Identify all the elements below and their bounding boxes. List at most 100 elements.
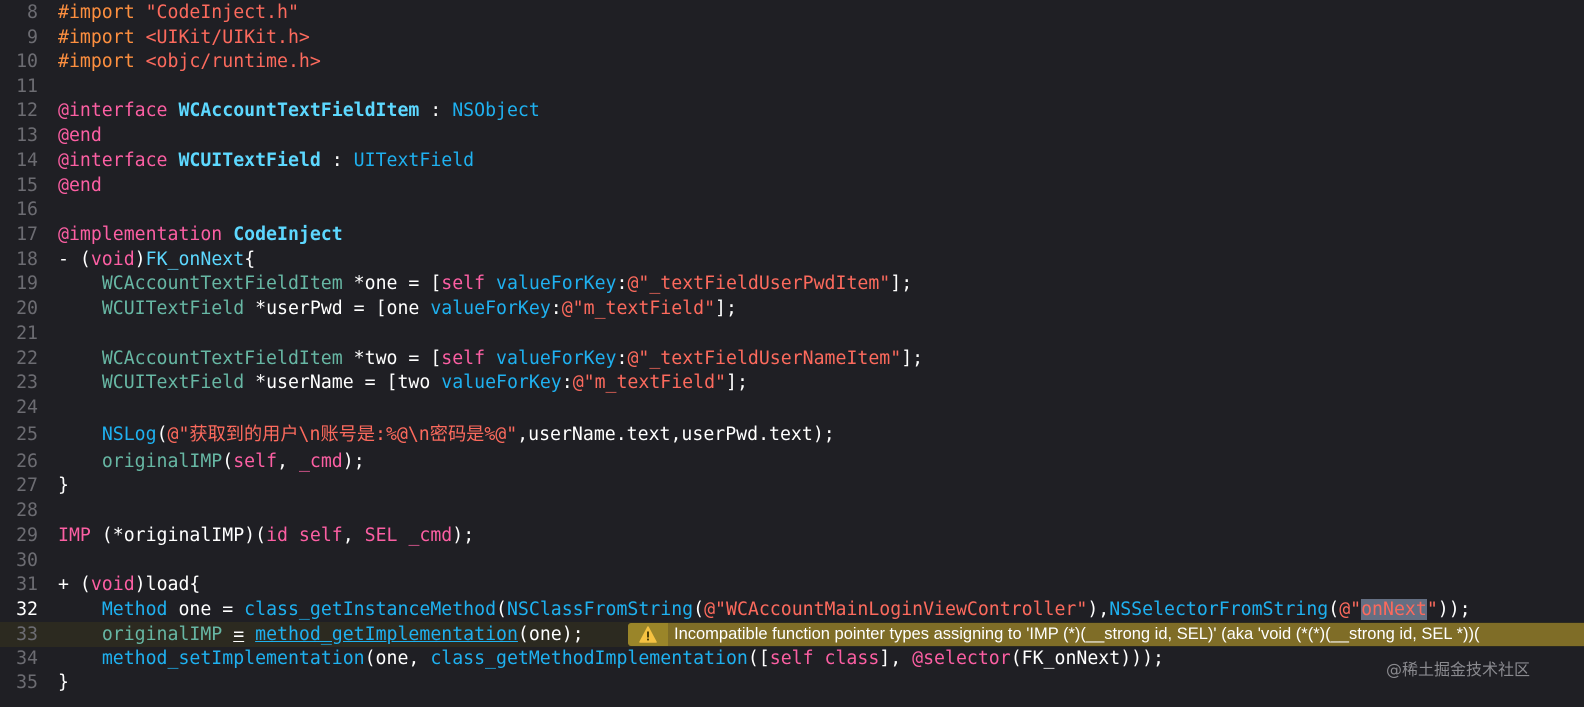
- code-editor[interactable]: 8 #import "CodeInject.h" 9 #import <UIKit/U…: [0, 0, 1584, 707]
- code-token: Method: [101, 599, 168, 620]
- code-line[interactable]: 27}: [0, 473, 1584, 498]
- warning-banner[interactable]: Incompatible function pointer types assi…: [628, 623, 1584, 646]
- code-line[interactable]: 29 IMP (*originalIMP)(id self, SEL _cmd);: [0, 523, 1584, 548]
- code-token: "CodeInject.h": [145, 2, 299, 23]
- code-text[interactable]: + (void)load{: [58, 572, 200, 597]
- code-token: (: [496, 599, 507, 620]
- code-token: *one = [: [342, 273, 442, 294]
- code-line[interactable]: 35}: [0, 670, 1584, 695]
- code-token: :: [561, 372, 573, 393]
- code-token: valueForKey: [496, 273, 617, 294]
- code-token: WCUITextField: [101, 298, 245, 319]
- code-line[interactable]: 31 + (void)load{: [0, 572, 1584, 597]
- code-token: UITextField: [353, 150, 475, 171]
- code-token: }: [58, 672, 69, 693]
- code-text[interactable]: - (void)FK_onNext{: [58, 247, 255, 272]
- warning-icon: [628, 623, 668, 646]
- code-token: (: [222, 451, 234, 472]
- code-text[interactable]: WCUITextField *userName = [two valueForK…: [58, 370, 748, 395]
- code-text[interactable]: #import <objc/runtime.h>: [58, 49, 321, 74]
- code-text[interactable]: @interface WCUITextField : UITextField: [58, 148, 474, 173]
- code-line[interactable]: 8 #import "CodeInject.h": [0, 0, 1584, 25]
- code-token: @selector: [912, 648, 1011, 669]
- line-number: 24: [16, 397, 38, 418]
- code-token: self: [441, 273, 486, 294]
- code-line[interactable]: 10 #import <objc/runtime.h>: [0, 49, 1584, 74]
- code-token: ));: [1437, 599, 1471, 620]
- code-token: :: [616, 348, 628, 369]
- code-token: #import: [58, 2, 146, 23]
- code-line[interactable]: 13 @end: [0, 123, 1584, 148]
- code-line[interactable]: 26 originalIMP(self, _cmd);: [0, 449, 1584, 474]
- code-token: ];: [715, 298, 737, 319]
- line-number: 18: [16, 249, 38, 270]
- code-token: :: [550, 298, 562, 319]
- code-text[interactable]: WCAccountTextFieldItem *two = [self valu…: [58, 346, 923, 371]
- code-line[interactable]: 9 #import <UIKit/UIKit.h>: [0, 25, 1584, 50]
- code-token: class: [824, 648, 880, 669]
- code-token: {: [244, 249, 256, 270]
- code-line[interactable]: 30: [0, 548, 1584, 573]
- code-token: ): [134, 249, 146, 270]
- code-token: ": [1426, 599, 1438, 620]
- line-number: 16: [16, 199, 38, 220]
- code-line[interactable]: 16: [0, 197, 1584, 222]
- code-line[interactable]: 12 @interface WCAccountTextFieldItem : NS…: [0, 98, 1584, 123]
- code-text[interactable]: #import "CodeInject.h": [58, 0, 299, 25]
- code-text[interactable]: IMP (*originalIMP)(id self, SEL _cmd);: [58, 523, 474, 548]
- code-token: void: [90, 574, 135, 595]
- code-text[interactable]: @end: [58, 173, 102, 198]
- code-line[interactable]: 28: [0, 498, 1584, 523]
- code-text[interactable]: WCAccountTextFieldItem *one = [self valu…: [58, 271, 912, 296]
- code-line[interactable]: 18 - (void)FK_onNext{: [0, 247, 1584, 272]
- code-token: <UIKit/UIKit.h>: [145, 27, 310, 48]
- code-text[interactable]: method_setImplementation(one, class_getM…: [58, 646, 1164, 671]
- code-line[interactable]: 15 @end: [0, 173, 1584, 198]
- line-number: 34: [16, 648, 38, 669]
- code-text[interactable]: @implementation CodeInject: [58, 222, 343, 247]
- code-token: (*originalIMP)(: [90, 525, 267, 546]
- code-line[interactable]: 32 Method one = class_getInstanceMethod(…: [0, 597, 1584, 622]
- code-line[interactable]: 17 @implementation CodeInject: [0, 222, 1584, 247]
- line-number: 29: [16, 525, 38, 546]
- code-token: WCAccountTextFieldItem: [178, 100, 420, 121]
- code-line[interactable]: 19 WCAccountTextFieldItem *one = [self v…: [0, 271, 1584, 296]
- code-token: *two = [: [342, 348, 442, 369]
- code-token: FK_onNext: [145, 249, 245, 270]
- code-token: (: [156, 424, 168, 445]
- code-token: @implementation: [58, 224, 234, 245]
- code-text[interactable]: NSLog(@"获取到的用户\n账号是:%@\n密码是%@",userName.…: [58, 422, 835, 447]
- code-text[interactable]: Method one = class_getInstanceMethod(NSC…: [58, 597, 1471, 622]
- code-text[interactable]: originalIMP(self, _cmd);: [58, 449, 365, 474]
- code-line[interactable]: 24: [0, 395, 1584, 420]
- line-number: 25: [16, 424, 38, 445]
- code-token: IMP: [58, 525, 91, 546]
- code-token: @"_textFieldUserNameItem": [627, 348, 902, 369]
- code-text[interactable]: WCUITextField *userPwd = [one valueForKe…: [58, 296, 737, 321]
- code-line[interactable]: 22 WCAccountTextFieldItem *two = [self v…: [0, 346, 1584, 371]
- code-token: :: [320, 150, 354, 171]
- code-text[interactable]: }: [58, 670, 69, 695]
- code-line[interactable]: 21: [0, 321, 1584, 346]
- code-line[interactable]: 23 WCUITextField *userName = [two valueF…: [0, 370, 1584, 395]
- code-text[interactable]: @interface WCAccountTextFieldItem : NSOb…: [58, 98, 540, 123]
- code-token: ,: [277, 451, 299, 472]
- code-token: (one);: [517, 624, 584, 645]
- code-token: NSObject: [452, 100, 540, 121]
- code-text[interactable]: }: [58, 473, 69, 498]
- code-token: ];: [901, 348, 924, 369]
- code-line[interactable]: 34 method_setImplementation(one, class_g…: [0, 646, 1584, 671]
- code-line[interactable]: 14 @interface WCUITextField : UITextField: [0, 148, 1584, 173]
- code-text[interactable]: @end: [58, 123, 102, 148]
- code-text[interactable]: #import <UIKit/UIKit.h>: [58, 25, 310, 50]
- line-number: 23: [16, 372, 38, 393]
- code-line[interactable]: 25 NSLog(@"获取到的用户\n账号是:%@\n密码是%@",userNa…: [0, 422, 1584, 447]
- code-text[interactable]: originalIMP = method_getImplementation(o…: [58, 622, 584, 647]
- code-token: }: [58, 475, 69, 496]
- code-line[interactable]: 20 WCUITextField *userPwd = [one valueFo…: [0, 296, 1584, 321]
- code-line[interactable]: 11: [0, 74, 1584, 99]
